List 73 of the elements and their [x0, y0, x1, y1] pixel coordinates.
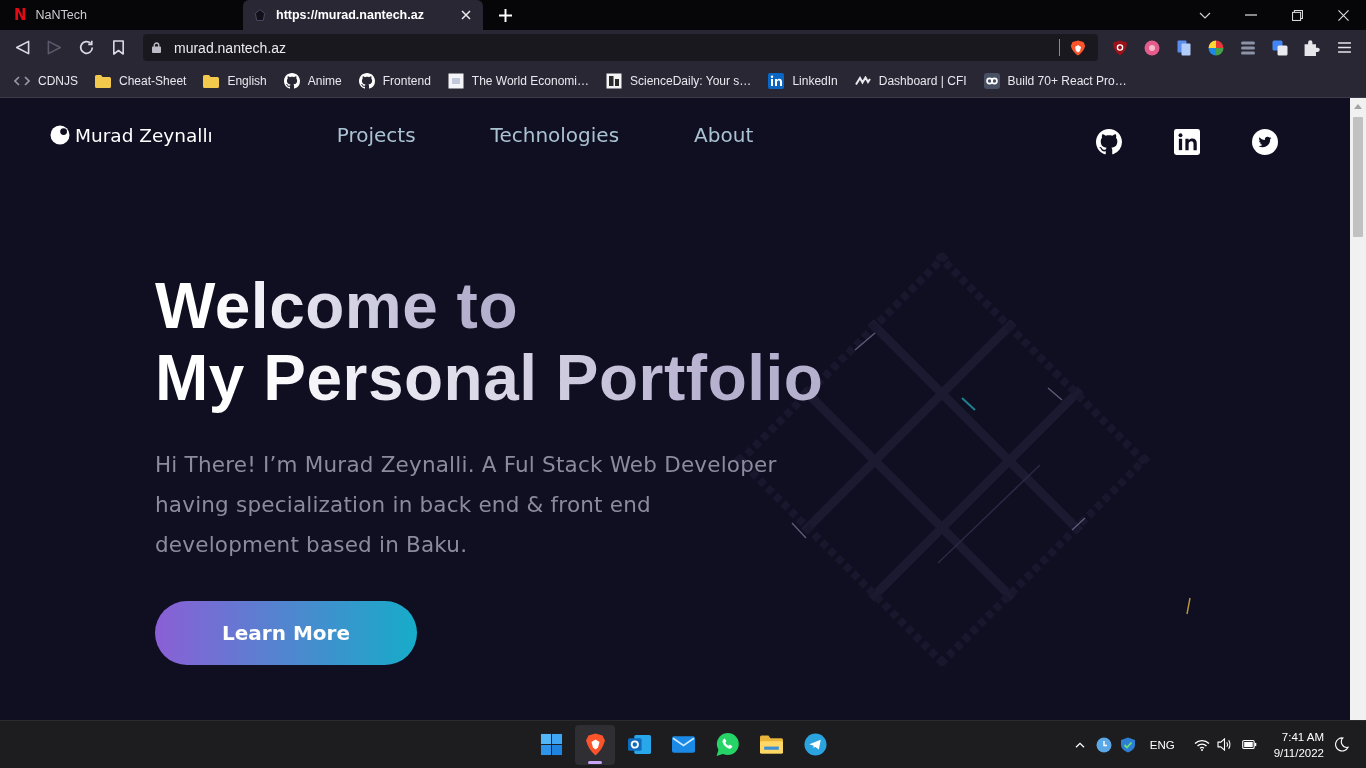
folder-icon: [95, 74, 111, 88]
chevron-up-icon[interactable]: [1074, 741, 1085, 748]
language-indicator[interactable]: ENG: [1149, 738, 1175, 751]
linkedin-icon: [768, 73, 785, 89]
speaker-icon[interactable]: [1216, 738, 1232, 751]
chevron-down-icon[interactable]: [1199, 11, 1211, 19]
rings-icon: [983, 73, 1000, 89]
bookmark-item[interactable]: CDNJS: [10, 69, 82, 93]
folder-icon: [759, 733, 783, 756]
round-badge-icon[interactable]: [1144, 39, 1160, 56]
nav-link[interactable]: Technologies: [490, 123, 620, 147]
scrollbar[interactable]: [1350, 98, 1366, 720]
favicon-icon: [255, 9, 265, 21]
chat-phone-icon: [715, 733, 739, 756]
plus-icon[interactable]: [499, 8, 512, 22]
favicon-letter: N: [14, 7, 27, 23]
bird-icon[interactable]: [1252, 129, 1278, 155]
logo-icon[interactable]: [50, 125, 70, 145]
bookmark-item[interactable]: Dashboard | CFI: [850, 69, 971, 93]
browser-tab[interactable]: https://murad.nantech.az: [243, 0, 483, 30]
color-wheel-icon[interactable]: [1208, 39, 1224, 56]
lion-shield-icon[interactable]: [1070, 39, 1086, 56]
close-icon[interactable]: [461, 10, 471, 20]
bookmark-item[interactable]: LinkedIn: [764, 69, 842, 93]
browser-tab[interactable]: N NaNTech: [0, 0, 243, 30]
clock-time[interactable]: 7:41 AM: [1281, 728, 1324, 745]
bookmark-icon[interactable]: [110, 40, 126, 55]
linkedin-icon[interactable]: [1174, 129, 1200, 155]
restore-icon[interactable]: [1291, 9, 1303, 21]
lock-icon: [152, 42, 161, 53]
site-name[interactable]: Murad Zeynallı: [75, 124, 213, 146]
envelope-icon: [671, 733, 695, 756]
bookmark-item[interactable]: The World Economi…: [443, 69, 593, 93]
mail-tile-icon: [627, 733, 651, 756]
bookmark-item[interactable]: English: [199, 69, 271, 93]
code-icon: [14, 76, 30, 86]
battery-icon[interactable]: [1241, 739, 1257, 750]
nav-link[interactable]: About: [694, 123, 754, 147]
address-field[interactable]: murad.nantech.az: [143, 34, 1098, 61]
reload-icon[interactable]: [78, 40, 94, 55]
bookmark-item[interactable]: Frontend: [354, 69, 435, 93]
bookmark-item[interactable]: ScienceDaily: Your s…: [601, 69, 756, 93]
learn-more-button[interactable]: Learn More: [155, 601, 417, 665]
puzzle-icon[interactable]: [1304, 39, 1320, 56]
github-icon: [358, 73, 375, 89]
clock-icon[interactable]: [1095, 736, 1112, 753]
shield-badge-icon[interactable]: [1112, 39, 1128, 56]
bookmark-item[interactable]: Anime: [279, 69, 346, 93]
windows-logo-icon: [539, 733, 563, 756]
folder-icon: [203, 74, 220, 88]
document-icon[interactable]: [1176, 39, 1192, 56]
lion-shield-icon: [583, 733, 607, 756]
shield-icon[interactable]: [1119, 736, 1136, 753]
scrollbar-thumb[interactable]: [1353, 117, 1363, 237]
bookmark-item[interactable]: Cheat-Sheet: [91, 69, 191, 93]
back-icon[interactable]: [14, 40, 30, 55]
bookmark-item[interactable]: Build 70+ React Pro…: [979, 69, 1131, 93]
tile-icon: [605, 73, 622, 89]
github-icon[interactable]: [1096, 129, 1122, 155]
clock-date[interactable]: 9/11/2022: [1273, 744, 1324, 761]
github-icon: [283, 73, 300, 89]
nav-link[interactable]: Projects: [336, 123, 416, 147]
moon-icon[interactable]: [1334, 737, 1349, 752]
wifi-icon[interactable]: [1193, 738, 1210, 751]
layers-icon[interactable]: [1240, 39, 1256, 56]
translate-icon[interactable]: [1272, 39, 1288, 56]
hero-intro: Hi There! I’m Murad Zeynalli. A Ful Stack Web Developer having specialization in back end & front end development based in Baku.: [155, 451, 778, 559]
paper-plane-icon: [803, 733, 827, 756]
wave-logo-icon: [854, 76, 871, 86]
taskbar-button[interactable]: [575, 724, 615, 765]
close-icon[interactable]: [1337, 9, 1349, 21]
page-icon: [447, 73, 464, 89]
menu-icon[interactable]: [1337, 42, 1351, 53]
